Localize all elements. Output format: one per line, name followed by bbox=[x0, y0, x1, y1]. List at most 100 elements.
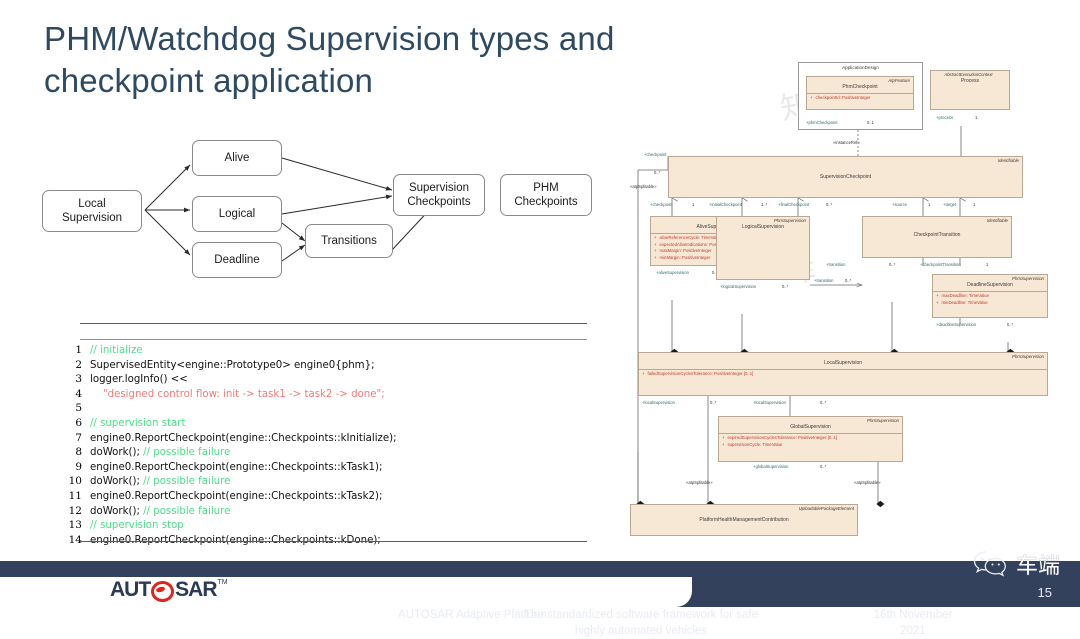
uml-role-local-supervision-2: +localSupervision bbox=[753, 400, 786, 405]
code-token: // possible failure bbox=[143, 505, 231, 517]
uml-attributes: failedSupervisionCyclesTolerance: Positi… bbox=[639, 368, 1047, 379]
code-line-number: 14 bbox=[68, 533, 82, 546]
code-token: doWork(); bbox=[90, 476, 144, 488]
flow-node-transitions[interactable]: Transitions bbox=[305, 224, 393, 258]
code-token: // possible failure bbox=[143, 476, 231, 488]
code-line-number: 13 bbox=[68, 519, 82, 532]
uml-mult-process: 1 bbox=[975, 115, 978, 120]
flow-node-alive[interactable]: Alive bbox=[192, 140, 282, 176]
code-token: engine0.ReportCheckpoint(engine::Checkpo… bbox=[90, 490, 383, 502]
code-line-number: 11 bbox=[68, 489, 82, 502]
code-token: "designed control flow: init -> task1 ->… bbox=[90, 388, 385, 400]
uml-mult-checkpoint-top: 0..* bbox=[654, 170, 661, 175]
uml-role-local-supervision: +localSupervision bbox=[642, 400, 675, 405]
uml-class-local-supervision[interactable]: PhmSupervision LocalSupervision failedSu… bbox=[638, 352, 1048, 396]
code-token: SupervisedEntity<engine::Prototype0> eng… bbox=[90, 359, 375, 371]
uml-class-phm-checkpoint[interactable]: AtpFeature PhmCheckpoint checkpointId: P… bbox=[806, 76, 914, 110]
supervision-flow-diagram: Local Supervision Alive Logical Deadline … bbox=[40, 128, 620, 298]
uml-class-global-supervision[interactable]: PhmSupervision GlobalSupervision expired… bbox=[718, 416, 903, 462]
logo-text-left: AUT bbox=[110, 578, 151, 601]
code-line: 12 doWork(); // possible failure bbox=[62, 505, 587, 520]
code-token: // initialize bbox=[90, 345, 143, 356]
uml-role-deadline-supervision: +deadlineSupervision bbox=[936, 322, 977, 327]
uml-class-name: PhmCheckpoint bbox=[842, 84, 878, 91]
footer-notch bbox=[0, 577, 692, 607]
code-listing: 1 // initialize2 SupervisedEntity<engine::… bbox=[62, 322, 587, 546]
uml-stereotype-atp-splitable-a: «atpSplitable» bbox=[686, 480, 713, 485]
flow-node-deadline[interactable]: Deadline bbox=[192, 242, 282, 278]
code-rule-top bbox=[80, 323, 587, 324]
code-line: 4 "designed control flow: init -> task1 … bbox=[62, 388, 587, 403]
code-line: 9 engine0.ReportCheckpoint(engine::Checkp… bbox=[62, 461, 587, 476]
uml-role-target: +target bbox=[943, 202, 957, 207]
code-line-number: 7 bbox=[75, 431, 82, 444]
code-token: // supervision stop bbox=[90, 520, 184, 532]
flow-node-supervision-checkpoints[interactable]: Supervision Checkpoints bbox=[393, 174, 485, 216]
uml-class-name: DeadlineSupervision bbox=[967, 282, 1013, 289]
slide-footer: AUT SAR TM AUTOSAR Adaptive Platform The… bbox=[0, 561, 1080, 637]
code-line-number: 3 bbox=[75, 373, 82, 386]
code-line-number: 1 bbox=[75, 344, 82, 356]
uml-role-transition-2: +transition bbox=[826, 262, 846, 267]
uml-class-name: LocalSupervision bbox=[823, 360, 863, 367]
code-line: 1 // initialize bbox=[62, 344, 587, 359]
code-line-number: 2 bbox=[75, 358, 82, 371]
code-token: doWork(); bbox=[90, 505, 144, 517]
uml-class-name: SupervisionCheckpoint bbox=[819, 174, 872, 181]
code-token: engine0.ReportCheckpoint(engine::Checkpo… bbox=[90, 432, 397, 444]
uml-role-process: +process bbox=[936, 115, 954, 120]
logo-trademark: TM bbox=[217, 579, 228, 586]
autosar-logo: AUT SAR TM bbox=[110, 578, 228, 602]
uml-mult-checkpoint-transition: 1 bbox=[986, 262, 989, 267]
uml-attribute: checkpointId: PositiveInteger bbox=[810, 95, 911, 101]
uml-class-process[interactable]: AbstractExecutionContext Process bbox=[930, 70, 1010, 110]
wechat-watermark: 车端 bbox=[973, 548, 1060, 580]
uml-attribute: failedSupervisionCyclesTolerance: Positi… bbox=[642, 371, 1045, 377]
uml-role-global-supervision: +globalSupervision bbox=[753, 464, 789, 469]
flow-node-label: PHM Checkpoints bbox=[514, 181, 578, 208]
uml-class-checkpoint-transition[interactable]: Identifiable CheckpointTransition bbox=[862, 216, 1012, 258]
flow-node-label: Deadline bbox=[214, 253, 260, 266]
code-line-number: 12 bbox=[68, 504, 82, 517]
uml-attributes: maxDeadline: TimeValue minDeadline: Time… bbox=[933, 290, 1047, 308]
uml-mult-final-checkpoint: 0..* bbox=[826, 202, 833, 207]
uml-role-phm-checkpoint: +phmCheckpoint bbox=[806, 120, 838, 125]
flow-node-label: Transitions bbox=[321, 234, 377, 247]
code-rule-mid bbox=[80, 339, 587, 340]
uml-class-supervision-checkpoint[interactable]: Identifiable SupervisionCheckpoint bbox=[668, 156, 1023, 198]
uml-class-phm-contribution[interactable]: UploadablePackageElement PlatformHealthM… bbox=[630, 504, 858, 536]
uml-class-name: LogicalSupervision bbox=[742, 224, 784, 231]
footer-tagline: The standardized software framework for … bbox=[524, 609, 758, 637]
uml-mult-target: 1 bbox=[973, 202, 976, 207]
uml-mult-checkpoint: 1 bbox=[692, 202, 695, 207]
uml-class-name: Process bbox=[960, 78, 980, 85]
uml-role-logical-supervision: +logicalSupervision bbox=[720, 284, 757, 289]
uml-mult-transition-2: 0..* bbox=[889, 262, 896, 267]
uml-mult-global-supervision: 0..* bbox=[820, 464, 827, 469]
uml-attribute: supervisionCycle: TimeValue bbox=[722, 442, 900, 448]
flow-node-logical[interactable]: Logical bbox=[192, 196, 282, 232]
wechat-label: 车端 bbox=[1015, 554, 1060, 579]
code-token: doWork(); bbox=[90, 447, 144, 459]
uml-role-alive-supervision: +aliveSupervision bbox=[656, 270, 689, 275]
code-line: 2 SupervisedEntity<engine::Prototype0> en… bbox=[62, 359, 587, 374]
code-line: 5 bbox=[62, 402, 587, 417]
code-line-number: 4 bbox=[75, 387, 82, 400]
flow-node-label: Alive bbox=[224, 151, 250, 164]
flow-node-local-supervision[interactable]: Local Supervision bbox=[42, 190, 142, 232]
code-token: logger.logInfo() << bbox=[90, 374, 188, 386]
code-line: 8 doWork(); // possible failure bbox=[62, 446, 587, 461]
flow-node-label: Logical bbox=[218, 207, 256, 220]
code-line-number: 9 bbox=[75, 460, 82, 473]
uml-class-deadline-supervision[interactable]: PhmSupervision DeadlineSupervision maxDe… bbox=[932, 274, 1048, 318]
uml-mult-deadline-supervision: 0..* bbox=[1007, 322, 1014, 327]
code-line-number: 6 bbox=[75, 416, 82, 429]
flow-node-phm-checkpoints[interactable]: PHM Checkpoints bbox=[500, 174, 592, 216]
uml-stereotype-atp-splitable-b: «atpSplitable» bbox=[854, 480, 881, 485]
uml-role-checkpoint-transition: +checkpointTransition bbox=[920, 262, 961, 267]
uml-class-name: CheckpointTransition bbox=[913, 232, 961, 239]
code-line: 7 engine0.ReportCheckpoint(engine::Checkp… bbox=[62, 432, 587, 447]
code-line-number: 8 bbox=[75, 446, 82, 459]
code-token: // possible failure bbox=[143, 447, 231, 459]
uml-class-logical-supervision[interactable]: PhmSupervision LogicalSupervision bbox=[716, 216, 810, 280]
